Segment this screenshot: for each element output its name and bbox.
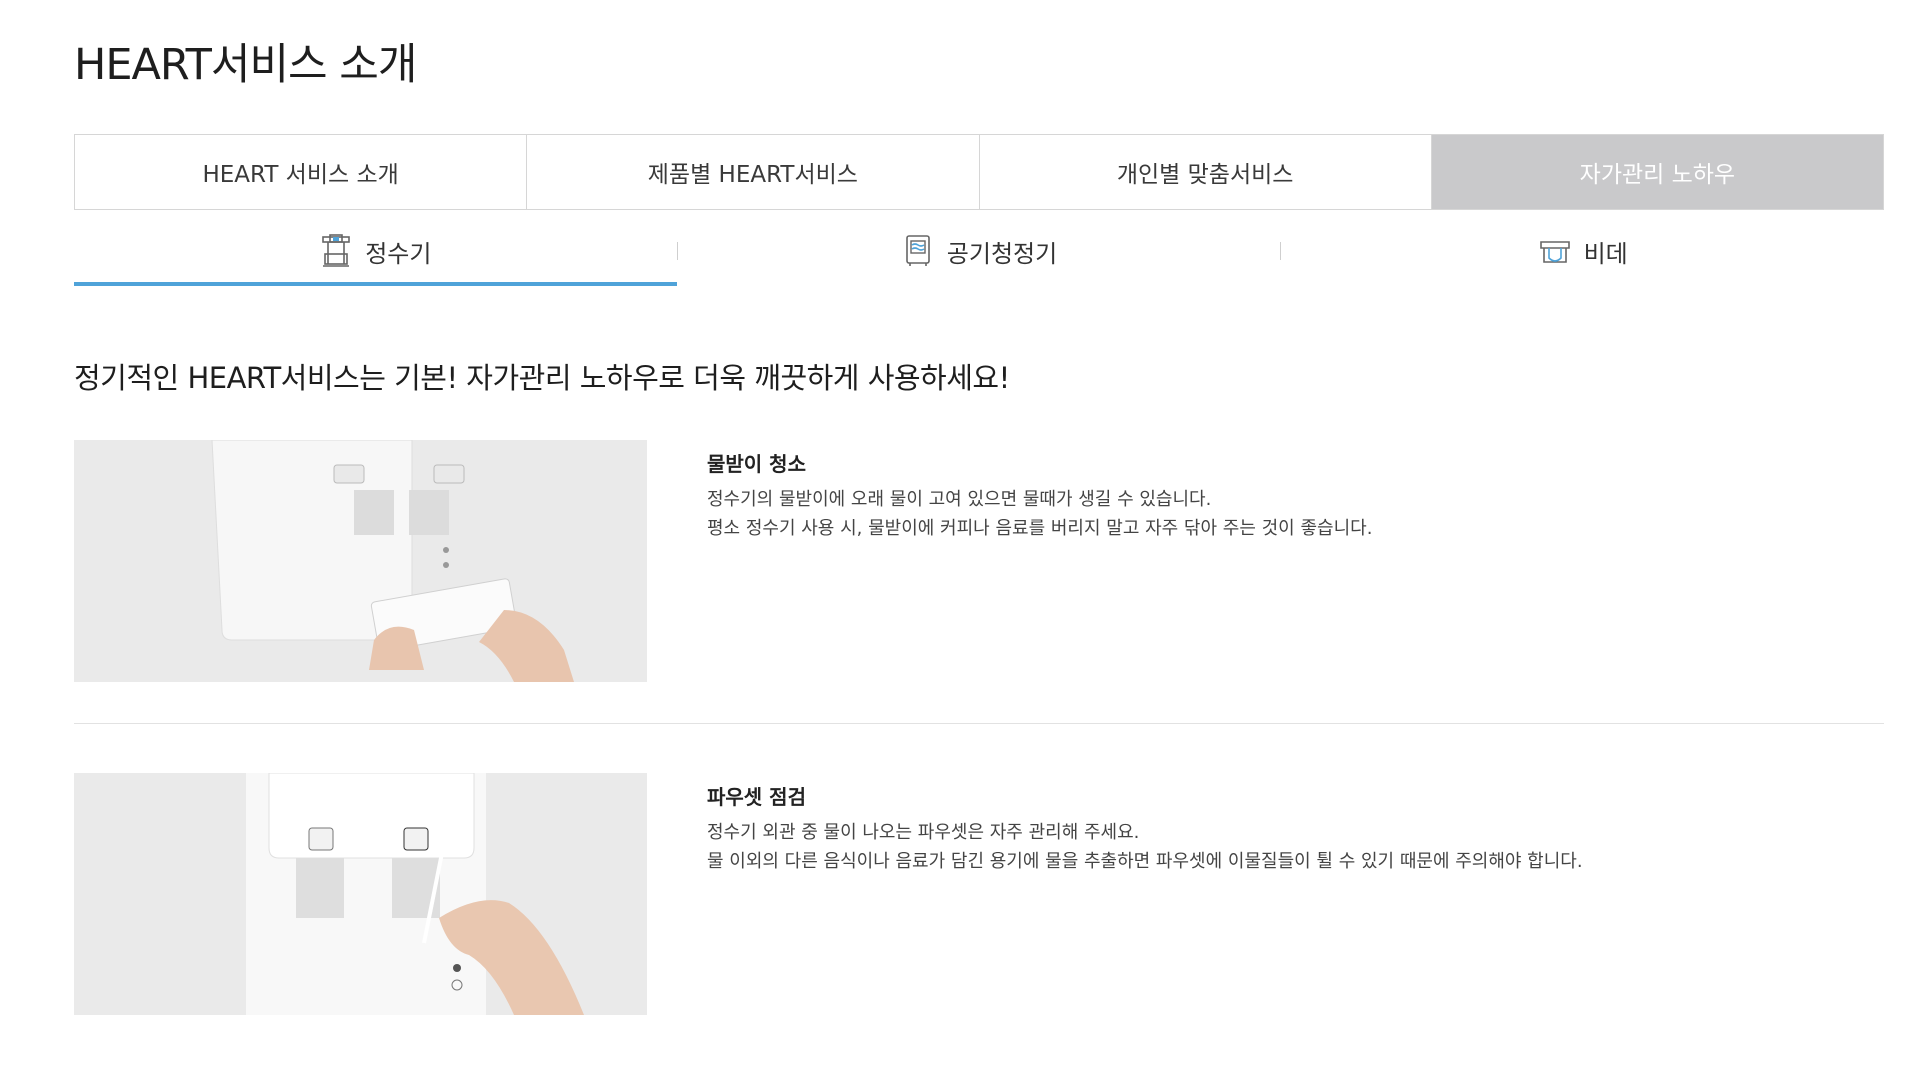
page-title: HEART서비스 소개 (74, 40, 417, 90)
tip-item: 파우셋 점검 정수기 외관 중 물이 나오는 파우셋은 자주 관리해 주세요. … (74, 773, 1884, 1023)
bidet-icon (1539, 241, 1570, 263)
air-purifier-icon (905, 235, 930, 266)
tip-title: 파우셋 점검 (707, 785, 806, 809)
sub-tab-label: 정수기 (365, 239, 432, 268)
tab-heart-service-intro[interactable]: HEART 서비스 소개 (75, 135, 528, 209)
tip-description-line: 평소 정수기 사용 시, 물받이에 커피나 음료를 버리지 말고 자주 닦아 주… (707, 518, 1373, 539)
main-tabs: HEART 서비스 소개 제품별 HEART서비스 개인별 맞춤서비스 자가관리… (74, 134, 1884, 210)
intro-text: 정기적인 HEART서비스는 기본! 자가관리 노하우로 더욱 깨끗하게 사용하… (74, 361, 1010, 395)
tab-self-care-knowhow[interactable]: 자가관리 노하우 (1431, 135, 1883, 209)
drip-tray-cleaning-photo (74, 440, 647, 682)
tip-description-line: 정수기의 물받이에 오래 물이 고여 있으면 물때가 생길 수 있습니다. (707, 489, 1212, 510)
water-purifier-icon (322, 234, 351, 267)
tab-product-heart-service[interactable]: 제품별 HEART서비스 (527, 135, 980, 209)
tip-title: 물받이 청소 (707, 452, 806, 476)
tip-description-line: 물 이외의 다른 음식이나 음료가 담긴 용기에 물을 추출하면 파우셋에 이물… (707, 851, 1583, 872)
sub-tab-label: 비데 (1583, 239, 1628, 268)
sub-tab-bidet[interactable]: 비데 (1281, 222, 1884, 286)
faucet-check-photo (74, 773, 647, 1015)
section-divider (74, 723, 1884, 724)
sub-tabs: 정수기 공기청정기 비데 (74, 222, 1884, 286)
page: HEART서비스 소개 HEART 서비스 소개 제품별 HEART서비스 개인… (0, 0, 1926, 1068)
tip-description-line: 정수기 외관 중 물이 나오는 파우셋은 자주 관리해 주세요. (707, 822, 1140, 843)
sub-tab-water-purifier[interactable]: 정수기 (74, 222, 677, 286)
tip-item: 물받이 청소 정수기의 물받이에 오래 물이 고여 있으면 물때가 생길 수 있… (74, 440, 1884, 690)
sub-tab-label: 공기청정기 (946, 239, 1058, 268)
tab-personal-custom-service[interactable]: 개인별 맞춤서비스 (979, 135, 1432, 209)
sub-tab-air-purifier[interactable]: 공기청정기 (678, 222, 1281, 286)
